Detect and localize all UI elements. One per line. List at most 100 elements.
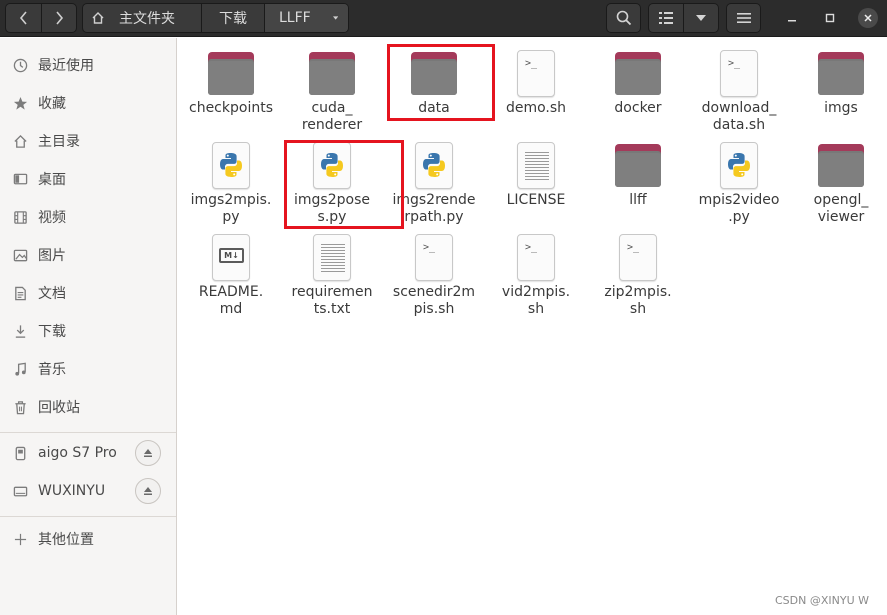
file-name: imgs <box>824 100 858 116</box>
file-item[interactable]: >_ demo.sh <box>485 40 587 117</box>
sidebar-item-label: 音乐 <box>38 362 66 378</box>
sidebar-item-documents[interactable]: 文档 <box>0 274 176 312</box>
music-icon <box>12 361 28 377</box>
file-item[interactable]: >_ scenedir2m pis.sh <box>383 224 485 318</box>
file-item[interactable]: imgs2pose s.py <box>281 132 383 226</box>
film-icon <box>12 209 28 225</box>
main-menu-button[interactable] <box>726 3 761 33</box>
breadcrumb-current[interactable]: LLFF <box>264 4 348 32</box>
breadcrumb-downloads-label: 下载 <box>219 11 247 27</box>
sidebar-item-label: 其他位置 <box>38 532 94 548</box>
forward-button[interactable] <box>41 4 76 32</box>
file-item[interactable]: >_ vid2mpis. sh <box>485 224 587 318</box>
script-prompt: >_ <box>423 242 436 253</box>
sidebar-item-home[interactable]: 主目录 <box>0 122 176 160</box>
folder-item[interactable]: cuda_ renderer <box>281 40 383 134</box>
folder-icon <box>614 142 662 190</box>
folder-icon <box>614 50 662 98</box>
terminal-script-icon: >_ <box>512 50 560 98</box>
breadcrumb-downloads[interactable]: 下载 <box>201 4 264 32</box>
watermark: CSDN @XINYU W <box>775 594 870 607</box>
file-name: imgs2pose s.py <box>294 192 370 225</box>
chevron-down-icon <box>332 16 338 20</box>
folder-item[interactable]: llff <box>587 132 689 209</box>
text-file-icon <box>308 234 356 282</box>
folder-item[interactable]: opengl_ viewer <box>790 132 887 226</box>
file-item[interactable]: imgs2mpis. py <box>180 132 282 226</box>
list-view-button[interactable] <box>649 4 683 32</box>
sidebar-item-label: 视频 <box>38 210 66 226</box>
eject-button[interactable] <box>135 478 161 504</box>
sidebar-item-label: 主目录 <box>38 134 80 150</box>
eject-icon <box>144 487 152 495</box>
eject-icon <box>144 449 152 457</box>
python-file-icon <box>410 142 458 190</box>
file-item[interactable]: requiremen ts.txt <box>281 224 383 318</box>
breadcrumb: 主文件夹 下载 LLFF <box>82 3 349 33</box>
breadcrumb-home[interactable]: 主文件夹 <box>83 4 201 32</box>
file-name: cuda_ renderer <box>301 100 363 133</box>
back-button[interactable] <box>6 4 41 32</box>
sidebar: 最近使用 收藏 主目录 桌面 视频 图片 文档 下载 音乐 回收站 aigo S… <box>0 38 177 615</box>
sidebar-item-starred[interactable]: 收藏 <box>0 84 176 122</box>
file-name: scenedir2m pis.sh <box>392 284 476 317</box>
clock-icon <box>12 57 28 73</box>
sidebar-item-trash[interactable]: 回收站 <box>0 388 176 426</box>
hamburger-menu-icon <box>736 13 751 23</box>
file-name: llff <box>629 192 647 208</box>
drive-icon <box>12 483 28 499</box>
python-file-icon <box>207 142 255 190</box>
file-item[interactable]: >_ zip2mpis. sh <box>587 224 689 318</box>
file-item[interactable]: LICENSE <box>485 132 587 209</box>
file-item[interactable]: >_ download_ data.sh <box>688 40 790 134</box>
chevron-down-icon <box>696 15 706 21</box>
chevron-right-icon <box>56 11 64 25</box>
file-name: checkpoints <box>189 100 273 116</box>
folder-icon <box>308 50 356 98</box>
eject-button[interactable] <box>135 440 161 466</box>
script-prompt: >_ <box>728 58 741 69</box>
file-name: opengl_ viewer <box>813 192 869 225</box>
view-dropdown-button[interactable] <box>683 4 718 32</box>
terminal-script-icon: >_ <box>512 234 560 282</box>
close-icon <box>864 14 872 22</box>
file-name: requiremen ts.txt <box>291 284 373 317</box>
file-name: mpis2video .py <box>698 192 780 225</box>
file-item[interactable]: mpis2video .py <box>688 132 790 226</box>
markdown-file-icon: M↓ <box>207 234 255 282</box>
sidebar-item-pictures[interactable]: 图片 <box>0 236 176 274</box>
search-button[interactable] <box>606 3 641 33</box>
folder-icon <box>410 50 458 98</box>
sidebar-item-videos[interactable]: 视频 <box>0 198 176 236</box>
folder-icon <box>207 50 255 98</box>
chevron-left-icon <box>19 11 27 25</box>
minimize-button[interactable] <box>782 8 802 28</box>
sidebar-item-other-locations[interactable]: 其他位置 <box>0 520 176 558</box>
folder-item[interactable]: imgs <box>790 40 887 117</box>
file-name: README. md <box>198 284 264 317</box>
sidebar-item-downloads[interactable]: 下载 <box>0 312 176 350</box>
breadcrumb-home-label: 主文件夹 <box>119 11 175 27</box>
file-grid: checkpoints cuda_ renderer data >_ demo.sh do… <box>178 38 887 615</box>
drive-icon <box>12 445 28 461</box>
maximize-button[interactable] <box>820 8 840 28</box>
folder-item[interactable]: data <box>383 40 485 117</box>
sidebar-item-desktop[interactable]: 桌面 <box>0 160 176 198</box>
sidebar-item-recent[interactable]: 最近使用 <box>0 46 176 84</box>
folder-item[interactable]: checkpoints <box>180 40 282 117</box>
sidebar-item-label: 图片 <box>38 248 66 264</box>
file-item[interactable]: M↓ README. md <box>180 224 282 318</box>
close-button[interactable] <box>858 8 878 28</box>
sidebar-item-label: 回收站 <box>38 400 80 416</box>
sidebar-separator <box>0 516 176 517</box>
sidebar-item-label: 下载 <box>38 324 66 340</box>
desktop-icon <box>12 171 28 187</box>
star-icon <box>12 95 28 111</box>
maximize-icon <box>825 13 835 23</box>
file-item[interactable]: imgs2rende rpath.py <box>383 132 485 226</box>
sidebar-item-music[interactable]: 音乐 <box>0 350 176 388</box>
folder-item[interactable]: docker <box>587 40 689 117</box>
file-name: data <box>418 100 450 116</box>
folder-icon <box>817 142 865 190</box>
sidebar-item-label: aigo S7 Pro <box>38 445 117 461</box>
